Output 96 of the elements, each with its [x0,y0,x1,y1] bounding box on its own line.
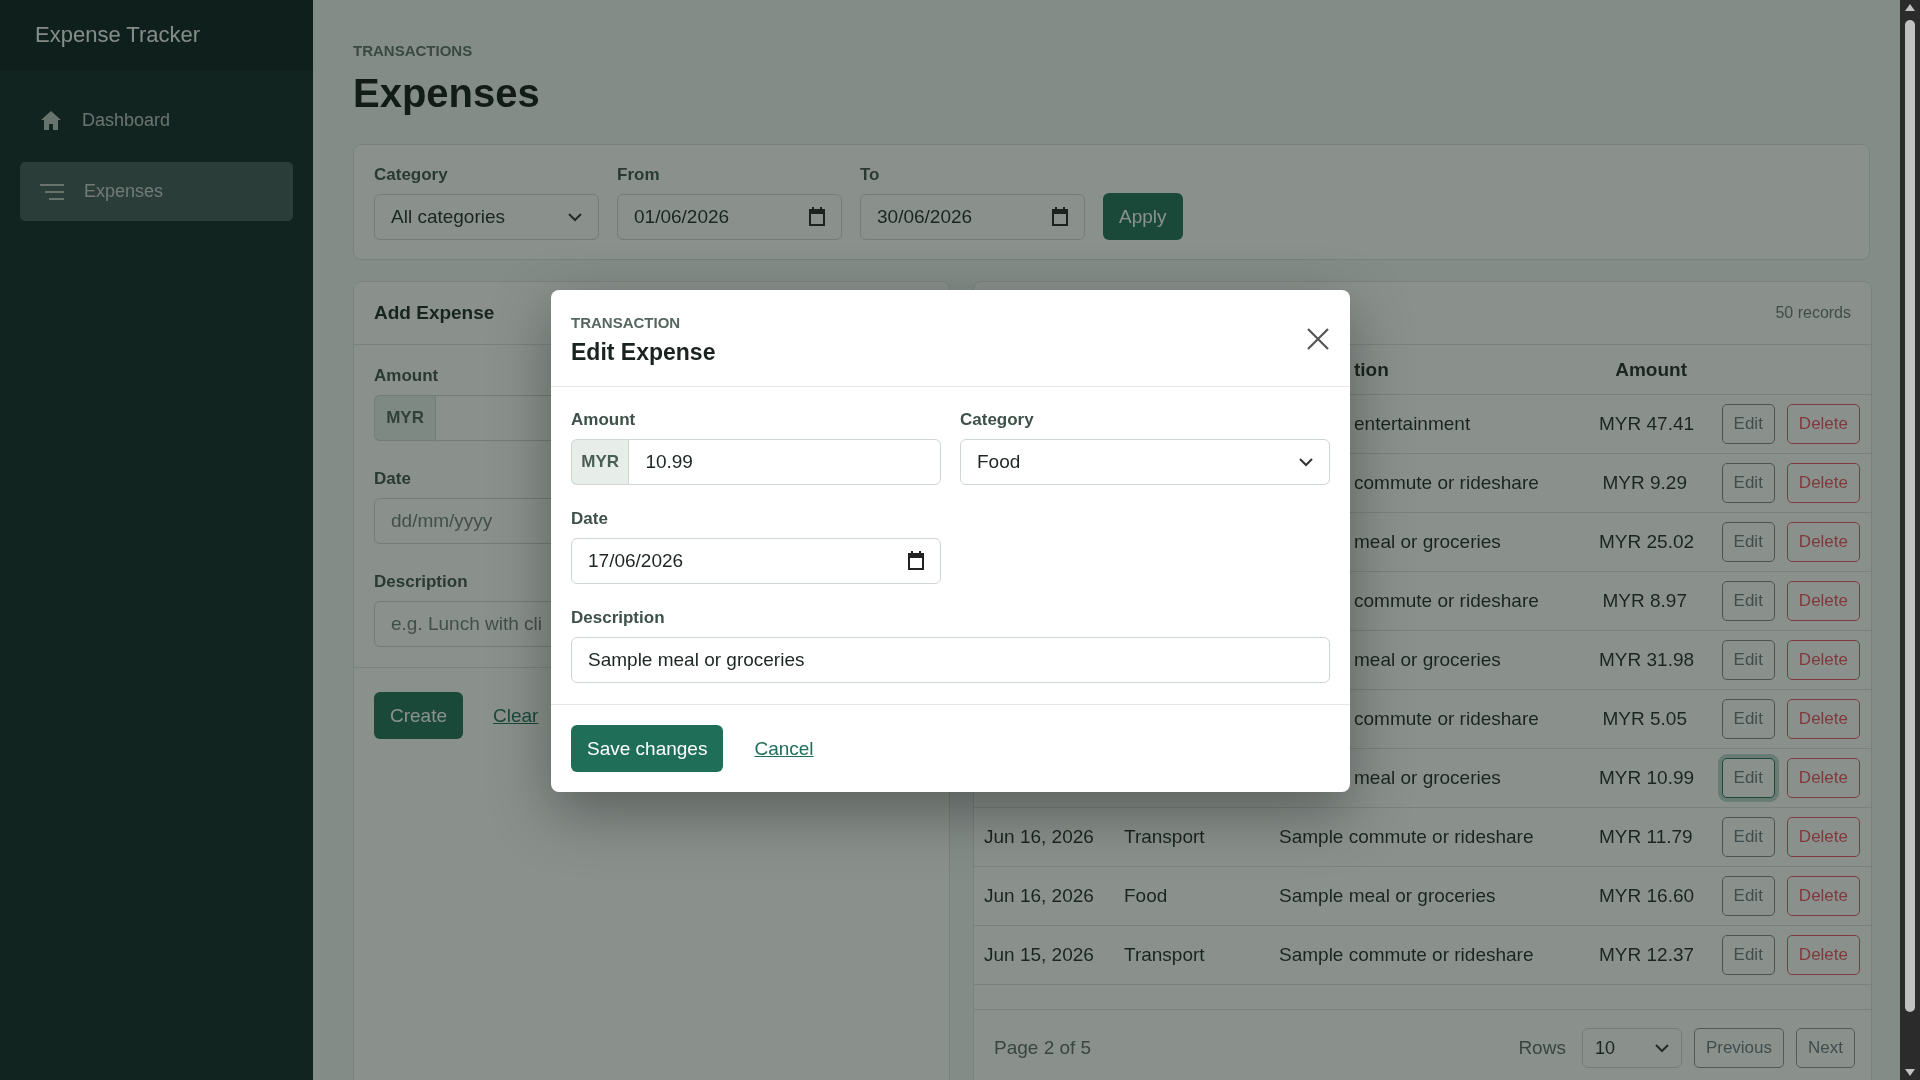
dialog-title: Edit Expense [571,339,716,366]
amount-cell-text: MYR 10.99 [1599,767,1696,789]
amount-cell-text: MYR 8.97 [1601,590,1688,612]
delete-button[interactable]: Delete [1786,817,1860,857]
chevron-down-icon [568,212,582,222]
edit-button[interactable]: Edit [1721,935,1775,975]
description-cell-text: commute or rideshare [1353,708,1540,730]
field-label: Description [571,608,665,628]
delete-button[interactable]: Delete [1786,640,1860,680]
description-cell-text: meal or groceries [1353,531,1502,553]
description-cell-text: commute or rideshare [1353,472,1540,494]
delete-button[interactable]: Delete [1786,758,1860,798]
edit-button[interactable]: Edit [1721,758,1775,798]
rows-select[interactable]: 10 [1581,1028,1682,1068]
field-label: Amount [374,366,439,386]
field-label: To [860,165,880,185]
date-cell-text: Jun 16, 2026 [984,885,1095,907]
edit-button[interactable]: Edit [1721,522,1775,562]
cancel-link[interactable]: Cancel [754,737,814,760]
delete-button[interactable]: Delete [1786,935,1860,975]
delete-button[interactable]: Delete [1786,876,1860,916]
home-icon [40,110,62,131]
currency-label: MYR [374,395,436,441]
field-label: Date [571,509,608,529]
page-title: Expenses [353,70,540,117]
amount-cell-text: MYR 25.02 [1599,531,1696,553]
edit-button[interactable]: Edit [1721,581,1775,621]
delete-button[interactable]: Delete [1786,581,1860,621]
category-cell-text: Food [1124,885,1169,907]
field-label: Category [374,165,448,185]
scroll-up-icon[interactable] [1904,3,1916,12]
select-field[interactable]: All categories [374,194,599,240]
amount-cell-text: MYR 9.29 [1601,472,1688,494]
amount-cell-text: MYR 5.05 [1601,708,1688,730]
field-label: Amount [571,410,636,430]
clear-link[interactable]: Clear [493,704,539,727]
scrollbar-thumb[interactable] [1905,20,1915,1012]
select-field[interactable]: Food [960,439,1330,485]
record-count: 50 records [1775,304,1851,322]
amount-cell-text: MYR 31.98 [1599,649,1696,671]
field-label: Description [374,572,468,592]
delete-button[interactable]: Delete [1786,463,1860,503]
edit-button[interactable]: Edit [1721,404,1775,444]
apply-button[interactable]: Apply [1103,193,1183,240]
date-cell-text: Jun 16, 2026 [984,826,1095,848]
category-cell-text: Transport [1124,944,1206,966]
date-field[interactable]: 01/06/2026 [617,194,842,240]
text-field[interactable]: Sample meal or groceries [571,637,1330,683]
chevron-down-icon [1299,457,1313,467]
scroll-down-icon[interactable] [1904,1068,1916,1077]
card-title: Add Expense [374,302,495,324]
save-button[interactable]: Save changes [571,725,724,772]
calendar-icon[interactable] [907,551,925,570]
lines-icon [40,183,64,200]
description-cell-text: meal or groceries [1353,767,1502,789]
page-eyebrow: TRANSACTIONS [353,42,473,59]
date-cell-text: Jun 15, 2026 [984,944,1095,966]
sidebar-item[interactable]: Dashboard [20,91,293,150]
description-cell-text: Sample meal or groceries [1279,885,1497,907]
edit-button[interactable]: Edit [1721,817,1775,857]
currency-label: MYR [571,439,629,485]
description-cell-text: meal or groceries [1353,649,1502,671]
page-indicator: Page 2 of 5 [994,1037,1093,1059]
delete-button[interactable]: Delete [1786,522,1860,562]
amount-field[interactable]: 10.99 [628,439,941,485]
create-button[interactable]: Create [374,692,464,739]
date-field[interactable]: 30/06/2026 [860,194,1085,240]
edit-button[interactable]: Edit [1721,640,1775,680]
description-cell-text: Sample commute or rideshare [1279,944,1535,966]
rows-label: Rows [1518,1037,1566,1059]
app-title: Expense Tracker [35,22,201,48]
field-label: From [617,165,660,185]
dialog-eyebrow: TRANSACTION [571,314,681,331]
field-label: Date [374,469,411,489]
amount-cell-text: MYR 16.60 [1599,885,1696,907]
next-button[interactable]: Next [1796,1028,1855,1068]
category-cell-text: Transport [1124,826,1206,848]
amount-cell-text: MYR 11.79 [1599,826,1694,848]
edit-button[interactable]: Edit [1721,876,1775,916]
delete-button[interactable]: Delete [1786,404,1860,444]
edit-button[interactable]: Edit [1721,699,1775,739]
previous-button[interactable]: Previous [1693,1028,1785,1068]
sidebar-item[interactable]: Expenses [20,162,293,221]
description-cell-text: entertainment [1353,413,1472,435]
amount-cell-text: MYR 12.37 [1599,944,1696,966]
field-label: Category [960,410,1034,430]
amount-cell-text: MYR 47.41 [1599,413,1696,435]
delete-button[interactable]: Delete [1786,699,1860,739]
close-icon[interactable] [1307,328,1329,350]
description-cell-text: commute or rideshare [1353,590,1540,612]
description-cell-text: Sample commute or rideshare [1279,826,1535,848]
edit-button[interactable]: Edit [1721,463,1775,503]
column-header: Amount [1614,358,1688,381]
chevron-down-icon [1654,1043,1669,1053]
date-field[interactable]: 17/06/2026 [571,538,941,584]
column-header: tion [1353,358,1390,381]
